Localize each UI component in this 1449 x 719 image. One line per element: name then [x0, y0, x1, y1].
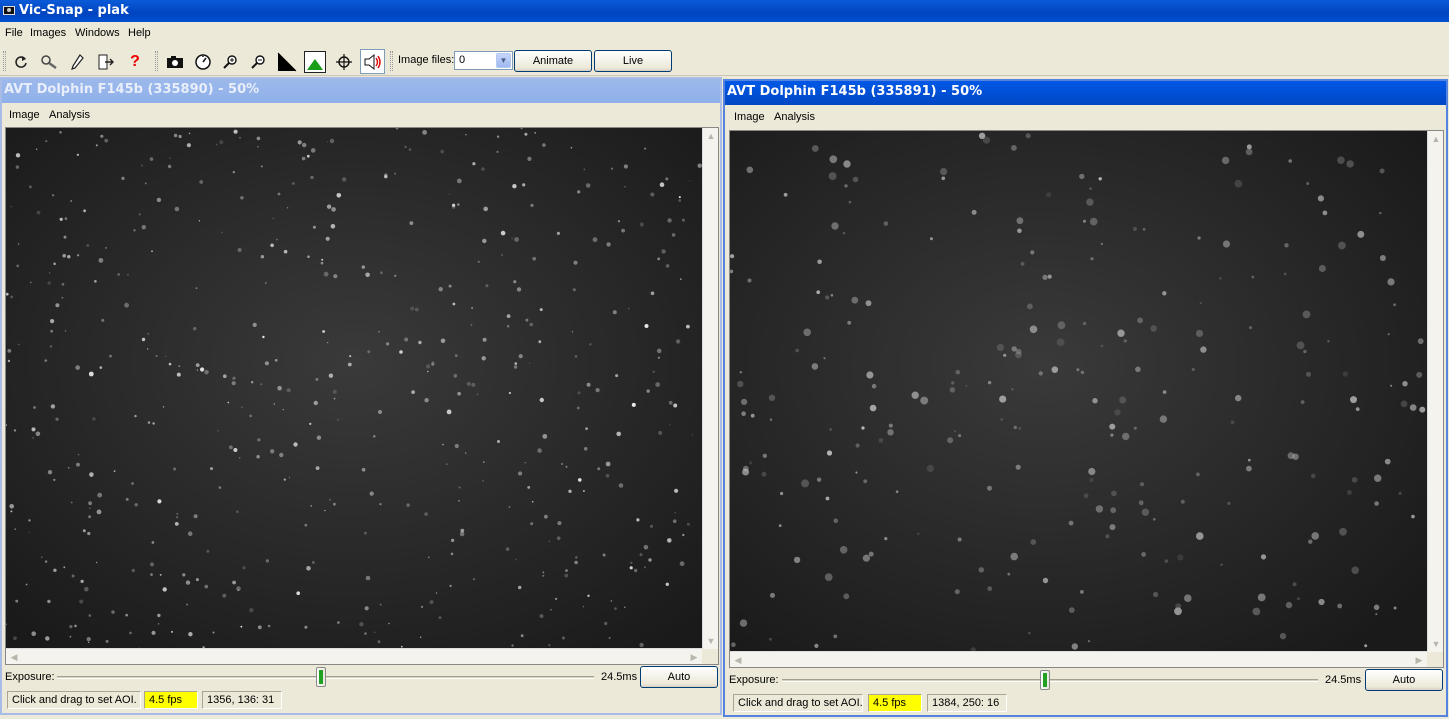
menu-images[interactable]: Images	[30, 27, 66, 39]
timer-icon[interactable]	[192, 51, 214, 73]
scroll-right-icon[interactable]: ▶	[686, 649, 702, 664]
status-fps: 4.5 fps	[144, 691, 198, 709]
toolbar-grip-3[interactable]	[390, 51, 393, 71]
speaker-icon[interactable]	[360, 49, 385, 74]
crosshair-icon[interactable]	[333, 51, 355, 73]
camera-window-2-menu-analysis[interactable]: Analysis	[774, 111, 815, 123]
camera-window-2-hscroll[interactable]: ◀ ▶	[730, 651, 1427, 667]
exposure-slider-thumb[interactable]	[316, 667, 326, 687]
exposure-auto-button[interactable]: Auto	[1365, 669, 1443, 691]
exposure-slider-thumb[interactable]	[1040, 670, 1050, 690]
menu-help[interactable]: Help	[128, 27, 151, 39]
status-fps: 4.5 fps	[868, 694, 922, 712]
camera-window-1-menu-image[interactable]: Image	[9, 109, 40, 121]
camera-window-2: AVT Dolphin F145b (335891) - 50% Image A…	[723, 79, 1448, 717]
menu-windows[interactable]: Windows	[75, 27, 120, 39]
camera-window-2-image-view[interactable]: ▲ ▼ ◀ ▶	[729, 130, 1444, 668]
exposure-label: Exposure:	[729, 674, 779, 686]
camera-image-2[interactable]	[730, 131, 1443, 667]
scroll-up-icon[interactable]: ▲	[1428, 131, 1443, 147]
help-icon[interactable]: ?	[124, 51, 146, 73]
exposure-auto-button[interactable]: Auto	[640, 666, 718, 688]
camera-window-1-menubar: Image Analysis	[2, 104, 720, 126]
zoom-in-icon[interactable]	[220, 51, 242, 73]
image-files-value: 0	[459, 54, 466, 66]
camera-app-icon	[3, 6, 15, 15]
exposure-value: 24.5ms	[601, 671, 638, 683]
app-title: Vic-Snap - plak	[19, 3, 129, 18]
pencil-icon[interactable]	[66, 51, 88, 73]
status-hint: Click and drag to set AOI.	[733, 694, 863, 712]
scroll-left-icon[interactable]: ◀	[730, 652, 746, 667]
camera-window-1-vscroll[interactable]: ▲ ▼	[702, 128, 718, 649]
animate-button[interactable]: Animate	[514, 50, 592, 72]
status-coords: 1356, 136: 31	[202, 691, 282, 709]
exposure-value: 24.5ms	[1325, 674, 1362, 686]
exit-door-icon[interactable]	[95, 51, 117, 73]
toolbar-grip[interactable]	[3, 51, 6, 71]
app-titlebar: Vic-Snap - plak	[0, 0, 1449, 22]
camera-window-1: AVT Dolphin F145b (335890) - 50% Image A…	[0, 77, 722, 715]
exposure-slider-track[interactable]	[782, 679, 1318, 682]
chevron-down-icon[interactable]: ▼	[496, 53, 511, 68]
camera-window-1-hscroll[interactable]: ◀ ▶	[6, 648, 702, 664]
live-button[interactable]: Live	[594, 50, 672, 72]
camera-window-1-image-view[interactable]: ▲ ▼ ◀ ▶	[5, 127, 719, 665]
toolbar-grip-2[interactable]	[155, 51, 158, 71]
camera-icon[interactable]	[164, 51, 186, 73]
zoom-tool-icon[interactable]	[38, 51, 60, 73]
zoom-out-icon[interactable]	[248, 51, 270, 73]
refresh-icon[interactable]	[10, 51, 32, 73]
camera-window-1-title[interactable]: AVT Dolphin F145b (335890) - 50%	[2, 79, 720, 103]
camera-image-1[interactable]	[6, 128, 718, 664]
camera-window-2-menu-image[interactable]: Image	[734, 111, 765, 123]
image-files-select[interactable]: 0 ▼	[454, 51, 513, 70]
histogram-icon[interactable]	[304, 51, 326, 73]
menu-file[interactable]: File	[5, 27, 23, 39]
camera-window-2-vscroll[interactable]: ▲ ▼	[1427, 131, 1443, 652]
scroll-right-icon[interactable]: ▶	[1411, 652, 1427, 667]
gamma-icon[interactable]	[276, 51, 298, 73]
main-toolbar: ? Image files: 0 ▼ Animate Live	[0, 46, 1449, 76]
main-menubar: File Images Windows Help	[0, 23, 1449, 44]
scroll-up-icon[interactable]: ▲	[703, 128, 718, 144]
camera-window-1-menu-analysis[interactable]: Analysis	[49, 109, 90, 121]
image-files-label: Image files:	[398, 54, 455, 66]
scroll-down-icon[interactable]: ▼	[703, 633, 718, 649]
camera-window-2-menubar: Image Analysis	[725, 106, 1446, 128]
status-coords: 1384, 250: 16	[927, 694, 1007, 712]
status-hint: Click and drag to set AOI.	[7, 691, 141, 709]
camera-window-2-title[interactable]: AVT Dolphin F145b (335891) - 50%	[725, 81, 1446, 105]
exposure-label: Exposure:	[5, 671, 55, 683]
scroll-down-icon[interactable]: ▼	[1428, 636, 1443, 652]
scroll-left-icon[interactable]: ◀	[6, 649, 22, 664]
